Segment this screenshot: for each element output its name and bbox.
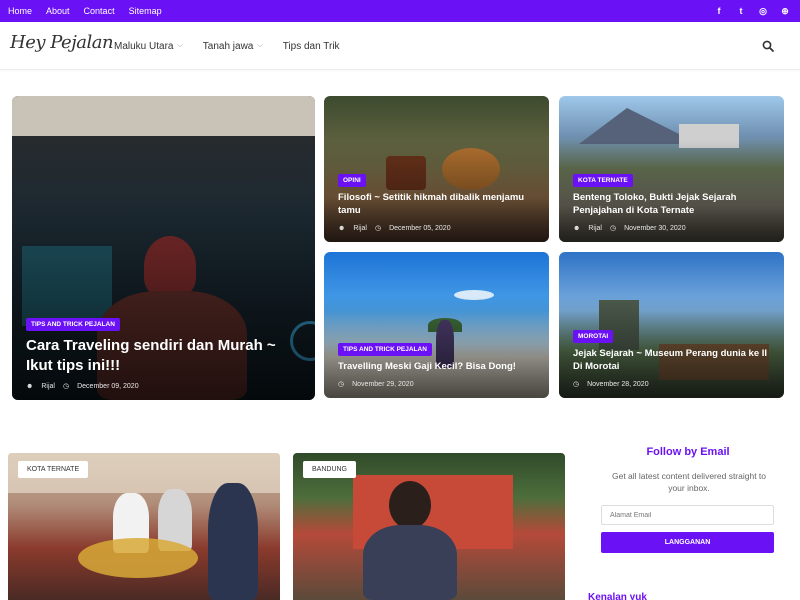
twitter-icon[interactable]: t [736, 6, 746, 16]
post-date: November 29, 2020 [352, 380, 414, 388]
top-nav-contact[interactable]: Contact [84, 6, 115, 16]
follow-by-email-title: Follow by Email [646, 446, 730, 458]
post-author: Rijal [588, 224, 602, 232]
top-nav: Home About Contact Sitemap [8, 0, 162, 22]
nav-item-tanah-jawa[interactable]: Tanah jawa ⌵ [203, 41, 263, 52]
social-links: f t ◎ ⊕ [714, 0, 790, 22]
post-author: Rijal [353, 224, 367, 232]
category-tag[interactable]: KOTA TERNATE [18, 461, 89, 478]
author-icon: ☻ [26, 382, 34, 390]
category-badge[interactable]: KOTA TERNATE [573, 174, 633, 188]
post-card-2[interactable]: BANDUNG [293, 453, 565, 600]
post-title[interactable]: Travelling Meski Gaji Kecil? Bisa Dong! [338, 361, 535, 374]
search-icon[interactable] [762, 40, 774, 52]
top-nav-about[interactable]: About [46, 6, 70, 16]
post-meta: ☻ Rijal ◷ December 09, 2020 [26, 382, 301, 391]
site-header: Hey Pejalan Maluku Utara ⌵ Tanah jawa ⌵ … [0, 22, 800, 70]
post-date: December 05, 2020 [389, 224, 451, 232]
facebook-icon[interactable]: f [714, 6, 724, 16]
post-meta: ◷ November 28, 2020 [573, 380, 770, 389]
offering-shape [78, 538, 198, 578]
clock-icon: ◷ [573, 381, 580, 388]
post-meta: ☻ Rijal ◷ November 30, 2020 [573, 224, 770, 233]
post-title[interactable]: Jejak Sejarah ~ Museum Perang dunia ke I… [573, 348, 770, 374]
nav-item-label: Tips dan Trik [282, 40, 340, 52]
head-shape [389, 481, 431, 529]
post-title[interactable]: Cara Traveling sendiri dan Murah ~ Ikut … [26, 336, 301, 377]
clock-icon: ◷ [610, 225, 617, 232]
top-nav-sitemap[interactable]: Sitemap [129, 6, 162, 16]
shirt-shape [363, 525, 457, 600]
chevron-down-icon: ⌵ [257, 42, 263, 49]
nav-item-maluku-utara[interactable]: Maluku Utara ⌵ [114, 41, 183, 52]
post-title[interactable]: Benteng Toloko, Bukti Jejak Sejarah Penj… [573, 192, 770, 218]
main-nav: Maluku Utara ⌵ Tanah jawa ⌵ Tips dan Tri… [114, 22, 340, 70]
nav-item-tips-dan-trik[interactable]: Tips dan Trik [283, 41, 340, 52]
card-content: TIPS AND TRICK PEJALAN Travelling Meski … [338, 338, 535, 388]
chevron-down-icon: ⌵ [177, 42, 183, 49]
category-badge[interactable]: TIPS AND TRICK PEJALAN [338, 343, 432, 357]
category-badge[interactable]: OPINI [338, 174, 366, 188]
post-meta: ☻ Rijal ◷ December 05, 2020 [338, 224, 535, 233]
ceiling-shape [12, 96, 315, 136]
featured-card-3[interactable]: KOTA TERNATE Benteng Toloko, Bukti Jejak… [559, 96, 784, 242]
author-icon: ☻ [338, 224, 346, 232]
post-date: December 09, 2020 [77, 382, 139, 390]
email-field[interactable] [601, 505, 774, 525]
post-card-1[interactable]: KOTA TERNATE [8, 453, 280, 600]
card-content: KOTA TERNATE Benteng Toloko, Bukti Jejak… [573, 169, 770, 232]
top-bar: Home About Contact Sitemap f t ◎ ⊕ [0, 0, 800, 22]
post-meta: ◷ November 29, 2020 [338, 380, 535, 389]
guest-shape [208, 483, 258, 600]
category-badge[interactable]: MOROTAI [573, 330, 614, 344]
post-author: Rijal [41, 382, 55, 390]
card-content: MOROTAI Jejak Sejarah ~ Museum Perang du… [573, 325, 770, 388]
widget-heading: Kenalan yuk [588, 592, 647, 600]
post-title[interactable]: Filosofi ~ Setitik hikmah dibalik menjam… [338, 192, 535, 218]
featured-card-main[interactable]: TIPS AND TRICK PEJALAN Cara Traveling se… [12, 96, 315, 400]
featured-card-5[interactable]: MOROTAI Jejak Sejarah ~ Museum Perang du… [559, 252, 784, 398]
nav-item-label: Tanah jawa [202, 40, 254, 52]
post-date: November 28, 2020 [587, 380, 649, 388]
clock-icon: ◷ [63, 383, 70, 390]
author-icon: ☻ [573, 224, 581, 232]
post-date: November 30, 2020 [624, 224, 686, 232]
clock-icon: ◷ [338, 381, 345, 388]
subscribe-button[interactable]: LANGGANAN [601, 532, 774, 553]
instagram-icon[interactable]: ◎ [758, 6, 768, 17]
card-content: TIPS AND TRICK PEJALAN Cara Traveling se… [26, 313, 301, 391]
category-badge[interactable]: TIPS AND TRICK PEJALAN [26, 317, 120, 331]
nav-item-label: Maluku Utara [114, 40, 174, 52]
clock-icon: ◷ [375, 225, 382, 232]
follow-by-email-description: Get all latest content delivered straigh… [611, 471, 767, 494]
web-icon[interactable]: ⊕ [780, 6, 790, 17]
top-nav-home[interactable]: Home [8, 6, 32, 16]
featured-card-2[interactable]: OPINI Filosofi ~ Setitik hikmah dibalik … [324, 96, 549, 242]
category-tag[interactable]: BANDUNG [303, 461, 357, 478]
featured-card-4[interactable]: TIPS AND TRICK PEJALAN Travelling Meski … [324, 252, 549, 398]
card-content: OPINI Filosofi ~ Setitik hikmah dibalik … [338, 169, 535, 232]
site-logo[interactable]: Hey Pejalan [10, 32, 114, 53]
